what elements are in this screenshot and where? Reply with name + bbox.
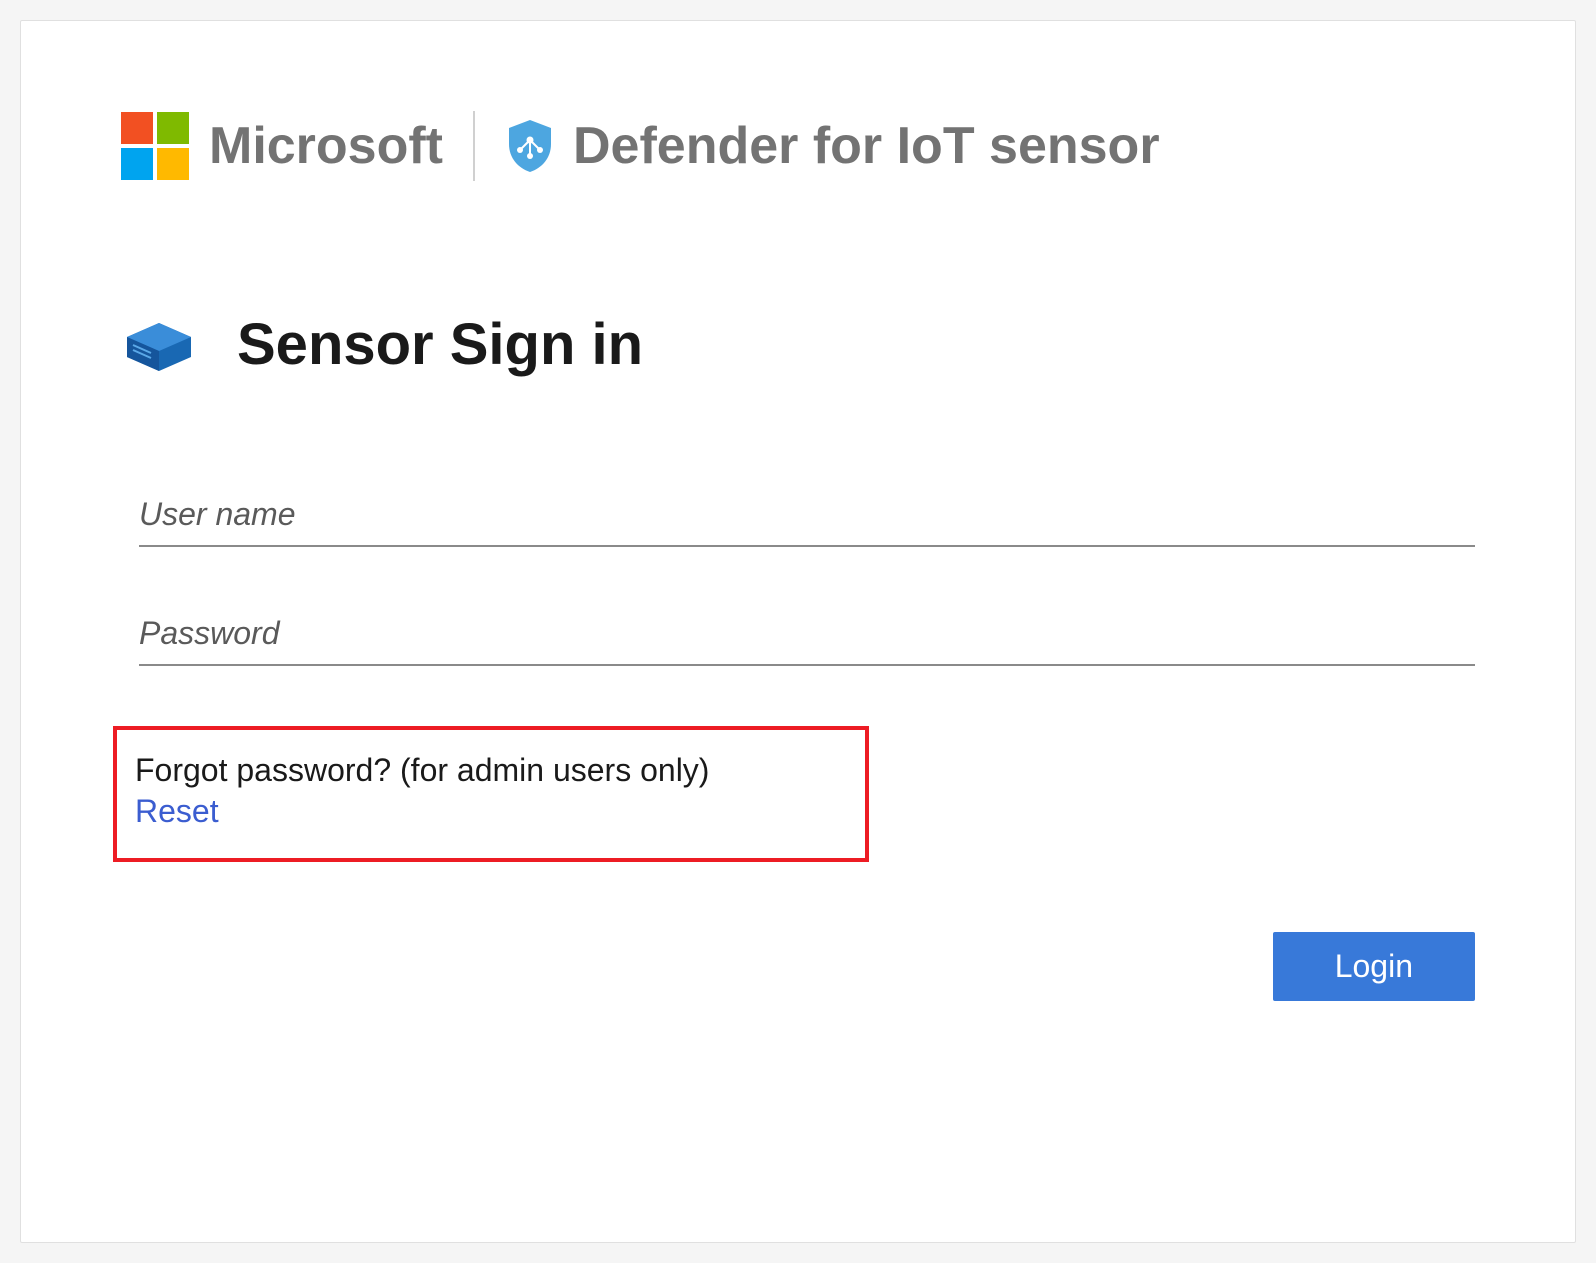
button-row: Login [121, 932, 1475, 1001]
product-name: Defender for IoT sensor [573, 116, 1160, 176]
username-group [121, 488, 1475, 547]
login-button[interactable]: Login [1273, 932, 1475, 1001]
microsoft-logo-icon [121, 112, 189, 180]
reset-link[interactable]: Reset [135, 793, 219, 829]
signin-header: Sensor Sign in [121, 311, 1475, 378]
header-row: Microsoft Defender for IoT sensor [121, 111, 1475, 181]
company-name: Microsoft [209, 116, 443, 176]
password-group [121, 607, 1475, 666]
password-input[interactable] [139, 607, 1475, 666]
header-divider [473, 111, 475, 181]
forgot-password-box: Forgot password? (for admin users only) … [113, 726, 869, 862]
username-input[interactable] [139, 488, 1475, 547]
forgot-password-text: Forgot password? (for admin users only) [135, 752, 847, 789]
login-card: Microsoft Defender for IoT sensor Sensor… [20, 20, 1576, 1243]
shield-icon [505, 118, 555, 174]
sensor-device-icon [121, 315, 197, 375]
signin-title: Sensor Sign in [237, 311, 643, 378]
